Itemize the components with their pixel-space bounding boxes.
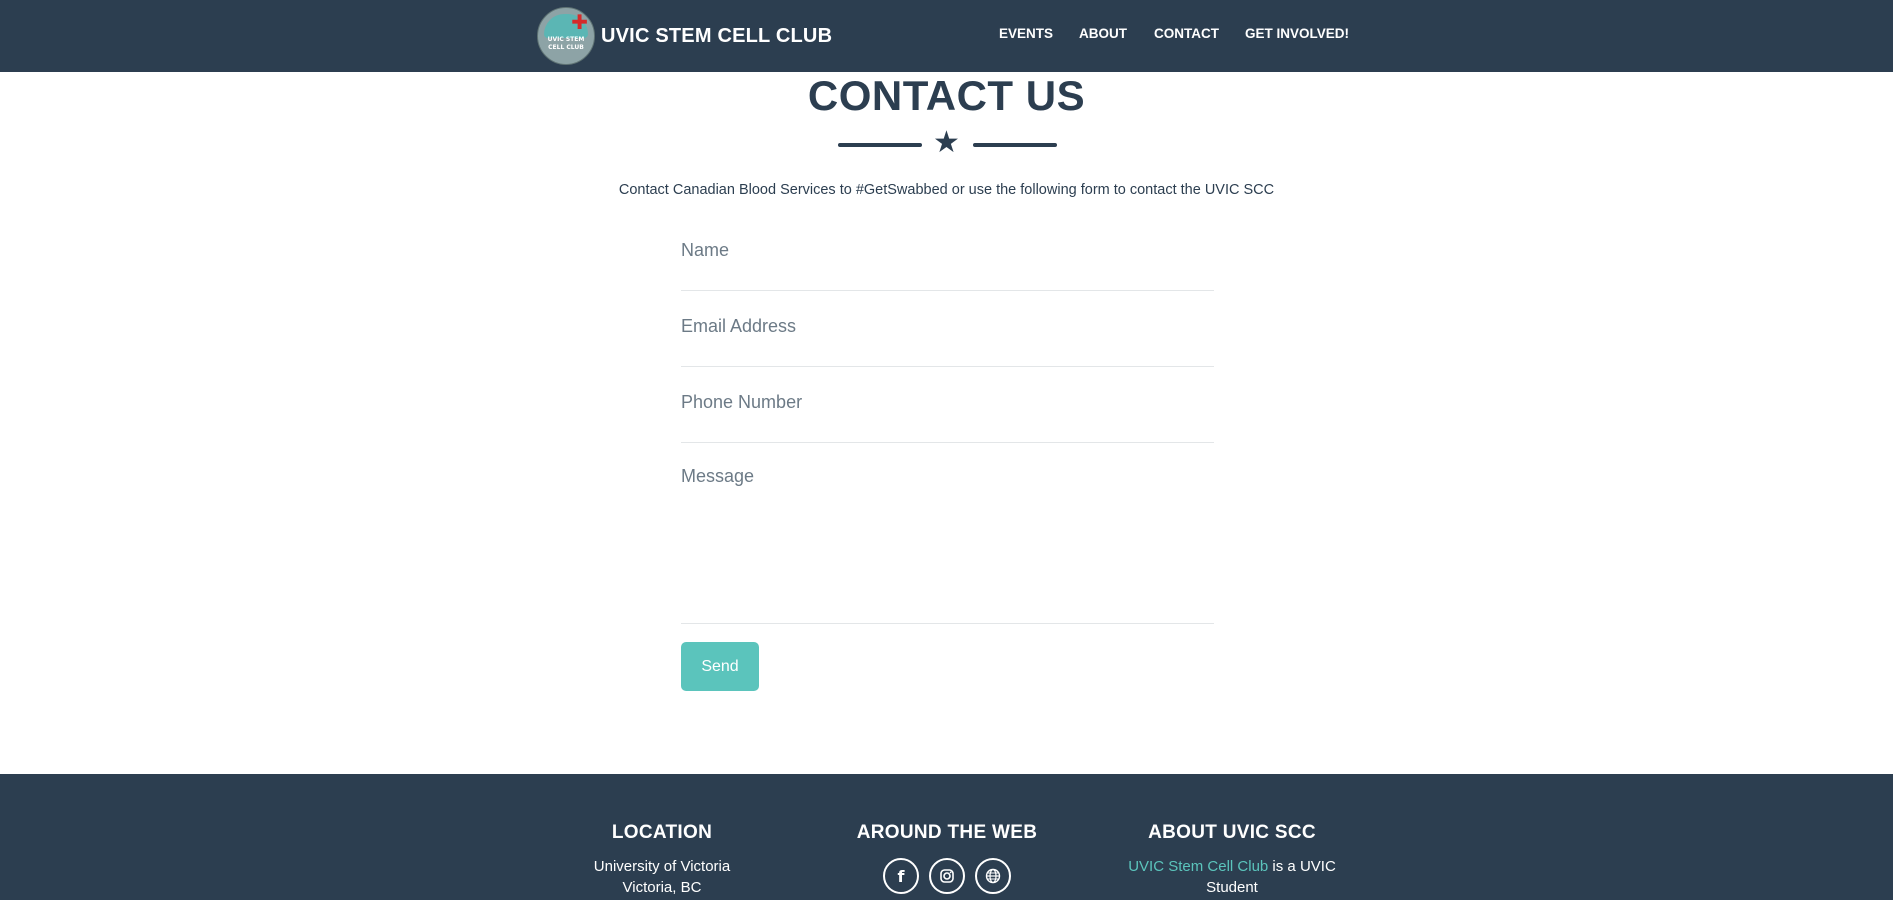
facebook-icon: f — [897, 866, 905, 886]
instagram-icon — [940, 869, 954, 883]
red-cross-icon: ✚ — [571, 10, 588, 34]
footer: LOCATION University of Victoria Victoria… — [0, 774, 1893, 917]
instagram-link[interactable] — [929, 858, 965, 894]
name-field — [681, 240, 1214, 291]
footer-about-title: ABOUT UVIC SCC — [1148, 822, 1316, 843]
club-logo: ✚ UVIC STEM CELL CLUB — [537, 7, 595, 65]
name-input[interactable] — [681, 240, 1214, 261]
email-field — [681, 316, 1214, 367]
website-link[interactable] — [975, 858, 1011, 894]
contact-intro-text: Contact Canadian Blood Services to #GetS… — [618, 182, 1275, 198]
phone-input[interactable] — [681, 392, 1214, 413]
footer-location-title: LOCATION — [611, 822, 713, 843]
location-line1: University of Victoria — [593, 858, 731, 875]
nav-link-events[interactable]: EVENTS — [999, 26, 1053, 41]
brand-title: UVIC STEM CELL CLUB — [601, 24, 833, 47]
footer-location-text: University of Victoria Victoria, BC — [562, 856, 762, 898]
divider-line-left — [838, 143, 922, 147]
footer-about-text: UVIC Stem Cell Club is a UVIC Student Cl… — [1102, 856, 1362, 919]
about-line2: Club promoting Stem Cell Awareness — [1107, 900, 1357, 917]
footer-web-title: AROUND THE WEB — [856, 822, 1038, 843]
star-icon: ★ — [933, 125, 960, 160]
logo-text-line1: UVIC STEM — [547, 36, 585, 43]
brand-link[interactable]: ✚ UVIC STEM CELL CLUB UVIC STEM CELL CLU… — [537, 6, 832, 66]
logo-text: UVIC STEM CELL CLUB — [538, 36, 594, 52]
nav-link-about[interactable]: ABOUT — [1079, 26, 1127, 41]
footer-location: LOCATION University of Victoria Victoria… — [562, 822, 762, 898]
phone-field — [681, 392, 1214, 443]
message-field — [681, 466, 1214, 624]
page-title: CONTACT US — [807, 72, 1086, 119]
logo-text-line2: CELL CLUB — [548, 44, 584, 51]
divider-line-right — [973, 143, 1057, 147]
nav-link-contact[interactable]: CONTACT — [1154, 26, 1219, 41]
footer-around-web: AROUND THE WEB f — [847, 822, 1047, 894]
send-button[interactable]: Send — [681, 642, 759, 691]
email-input[interactable] — [681, 316, 1214, 337]
globe-icon — [985, 868, 1001, 884]
location-line2: Victoria, BC — [622, 879, 702, 896]
navbar: ✚ UVIC STEM CELL CLUB UVIC STEM CELL CLU… — [0, 0, 1893, 72]
nav-link-get-involved[interactable]: GET INVOLVED! — [1245, 26, 1349, 41]
message-textarea[interactable] — [681, 466, 1214, 616]
about-club-link[interactable]: UVIC Stem Cell Club — [1128, 858, 1268, 875]
social-icons: f — [847, 858, 1047, 894]
footer-about: ABOUT UVIC SCC UVIC Stem Cell Club is a … — [1102, 822, 1362, 919]
title-divider: ★ — [838, 126, 1058, 160]
facebook-link[interactable]: f — [883, 858, 919, 894]
